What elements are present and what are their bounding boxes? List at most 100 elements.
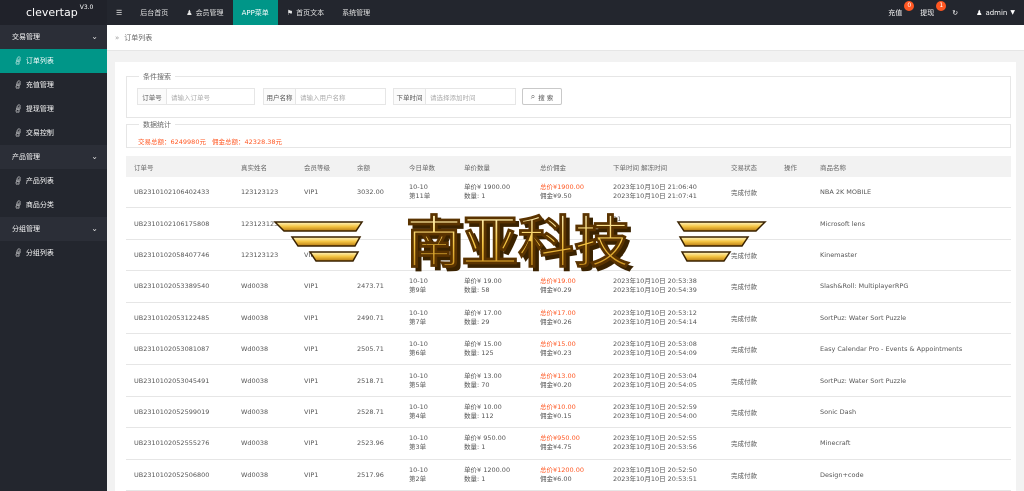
cell-price: 单价¥ 15.00 数量: 125 (464, 340, 502, 358)
cell-status: 完成付款 (731, 471, 757, 480)
total-trade: 交易总额：6249980元 (138, 138, 206, 146)
topnav-item-home-text[interactable]: ⚑ 首页文本 (278, 0, 333, 25)
time-input[interactable]: 请选择添加时间 (426, 88, 516, 105)
user-menu[interactable]: ♟ admin ▼ (967, 0, 1024, 25)
cell-status: 完成付款 (731, 189, 757, 198)
cell-time: 2023年10月10日 20:52:55 2023年10月10日 20:53:56 (613, 434, 697, 452)
stats-legend: 数据统计 (139, 120, 175, 130)
topnav-item-system[interactable]: 系统管理 (333, 0, 379, 25)
total-commission: 佣金总额：42328.38元 (212, 138, 283, 146)
sidebar-group-product[interactable]: 产品管理 ⌄ (0, 145, 107, 169)
watermark-text: 南亚科技 (406, 211, 630, 276)
sidebar-item-category[interactable]: 🔗︎ 商品分类 (0, 193, 107, 217)
col-time: 下单时间 解冻时间 (613, 163, 668, 172)
topnav-label-system: 系统管理 (342, 8, 371, 17)
user-input[interactable]: 请输入用户名称 (296, 88, 386, 105)
sidebar-item-label: 分组列表 (25, 249, 54, 257)
cell-today: 10-10 第7单 (409, 309, 428, 327)
app-logo[interactable]: clevertap V3.0 (0, 0, 107, 25)
cell-status: 完成付款 (731, 346, 757, 355)
top-bar: clevertap V3.0 ☰ 后台首页 ♟ 会员管理 APP菜单 ⚑ 首页文本 系… (0, 0, 1024, 25)
stats-fieldset: 数据统计 交易总额：6249980元 佣金总额：42328.38元 (126, 120, 1011, 148)
sidebar-item-group-list[interactable]: 🔗︎ 分组列表 (0, 241, 107, 265)
cell-price: 单价¥ 13.00 数量: 70 (464, 372, 502, 390)
top-right-actions: 充值 0 提现 1 ↻ ♟ admin ▼ (879, 0, 1024, 25)
cell-time-line: 2023年10月10日 20:53:12 (613, 308, 697, 317)
order-input[interactable]: 请输入订单号 (167, 88, 255, 105)
right-wing-icon (676, 221, 767, 262)
cell-level: VIP1 (304, 376, 319, 385)
cell-time-line: 2023年10月10日 20:54:05 (613, 380, 697, 389)
withdraw-link[interactable]: 提现 1 (911, 0, 947, 25)
cell-today-line: 第5单 (409, 380, 427, 389)
cell-today-line: 10-10 (409, 402, 428, 411)
col-today: 今日单数 (409, 163, 435, 172)
col-product: 商品名称 (820, 163, 846, 172)
cell-level: VIP1 (304, 313, 319, 322)
sidebar-group-label: 交易管理 (12, 33, 40, 41)
sidebar-group-group[interactable]: 分组管理 ⌄ (0, 217, 107, 241)
cell-total-line: 佣金¥4.75 (540, 443, 572, 452)
menu-toggle[interactable]: ☰ (107, 0, 131, 25)
sidebar-item-withdraw[interactable]: 🔗︎ 提现管理 (0, 97, 107, 121)
sidebar-group-label: 分组管理 (12, 225, 40, 233)
cell-price-line: 数量: 1 (464, 192, 486, 201)
cell-price-line: 数量: 112 (464, 411, 494, 420)
cell-name: Wd0038 (241, 376, 269, 385)
cell-order: UB2310102052506800 (134, 470, 210, 479)
cell-total-line: 总价¥1900.00 (540, 183, 585, 192)
topnav-item-home[interactable]: 后台首页 (131, 0, 177, 25)
sidebar-item-trade-control[interactable]: 🔗︎ 交易控制 (0, 121, 107, 145)
topnav-label-home-text: 首页文本 (296, 8, 325, 17)
search-button[interactable]: ⌕ 搜 索 (522, 88, 562, 105)
sidebar-item-recharge[interactable]: 🔗︎ 充值管理 (0, 73, 107, 97)
cell-today-line: 第2单 (409, 474, 427, 483)
cell-level: VIP1 (304, 188, 319, 197)
cell-today-line: 10-10 (409, 340, 428, 349)
cell-order: UB2310102106175808 (134, 219, 210, 228)
cell-total: 总价¥17.00 佣金¥0.26 (540, 309, 576, 327)
user-icon: ♟ (186, 8, 193, 17)
cell-time: 2023年10月10日 20:53:04 2023年10月10日 20:54:05 (613, 372, 697, 390)
refresh-button[interactable]: ↻ (943, 0, 967, 25)
cell-price-line: 数量: 1 (464, 443, 486, 452)
cell-time-line: 2023年10月10日 21:06:40 (613, 183, 697, 192)
cell-price-line: 数量: 58 (464, 286, 490, 295)
chevron-down-icon: ▼ (1010, 9, 1015, 16)
cell-balance: 3032.00 (357, 188, 384, 197)
sidebar-item-label: 产品列表 (25, 177, 54, 185)
cell-price-line: 单价¥ 1900.00 (464, 183, 511, 192)
cell-product: SortPuz: Water Sort Puzzle (820, 313, 907, 322)
link-icon: 🔗︎ (12, 103, 25, 115)
refresh-icon: ↻ (952, 8, 959, 17)
cell-order: UB2310102106402433 (134, 188, 210, 197)
recharge-link[interactable]: 充值 0 (879, 0, 915, 25)
cell-name: Wd0038 (241, 439, 269, 448)
cell-today-line: 第7单 (409, 317, 427, 326)
topnav-item-app-menu[interactable]: APP菜单 (232, 0, 278, 25)
cell-product: Minecraft (820, 439, 851, 448)
cell-time: 2023年10月10日 20:52:50 2023年10月10日 20:53:51 (613, 466, 697, 484)
sidebar-group-trade[interactable]: 交易管理 ⌄ (0, 25, 107, 49)
cell-total: 总价¥10.00 佣金¥0.15 (540, 403, 576, 421)
cell-time-line: 2023年10月10日 20:53:08 (613, 340, 697, 349)
cell-price-line: 单价¥ 17.00 (464, 308, 502, 317)
cell-price: 单价¥ 10.00 数量: 112 (464, 403, 502, 421)
sidebar: 交易管理 ⌄ 🔗︎ 订单列表 🔗︎ 充值管理 🔗︎ 提现管理 🔗︎ 交易控制 产品管理 ⌄ … (0, 25, 107, 491)
sidebar-item-product-list[interactable]: 🔗︎ 产品列表 (0, 169, 107, 193)
col-balance: 余额 (357, 163, 370, 172)
cell-total: 总价¥13.00 佣金¥0.20 (540, 372, 576, 390)
sidebar-item-label: 充值管理 (25, 81, 54, 89)
cell-product: NBA 2K MOBILE (820, 188, 872, 197)
cell-today-line: 10-10 (409, 308, 428, 317)
col-level: 会员等级 (304, 163, 330, 172)
cell-time-line: 2023年10月10日 21:07:41 (613, 192, 697, 201)
watermark-logo: 南亚科技 南亚科技 (273, 211, 767, 280)
sidebar-item-order-list[interactable]: 🔗︎ 订单列表 (0, 49, 107, 73)
cell-total-line: 总价¥17.00 (540, 308, 576, 317)
cell-today-line: 第4单 (409, 411, 427, 420)
cell-today-line: 10-10 (409, 465, 428, 474)
search-fieldset: 条件搜索 订单号 请输入订单号 用户名称 请输入用户名称 下单时间 请选择添加时… (126, 72, 1011, 118)
cell-today-line: 第6单 (409, 349, 427, 358)
topnav-item-members[interactable]: ♟ 会员管理 (177, 0, 232, 25)
